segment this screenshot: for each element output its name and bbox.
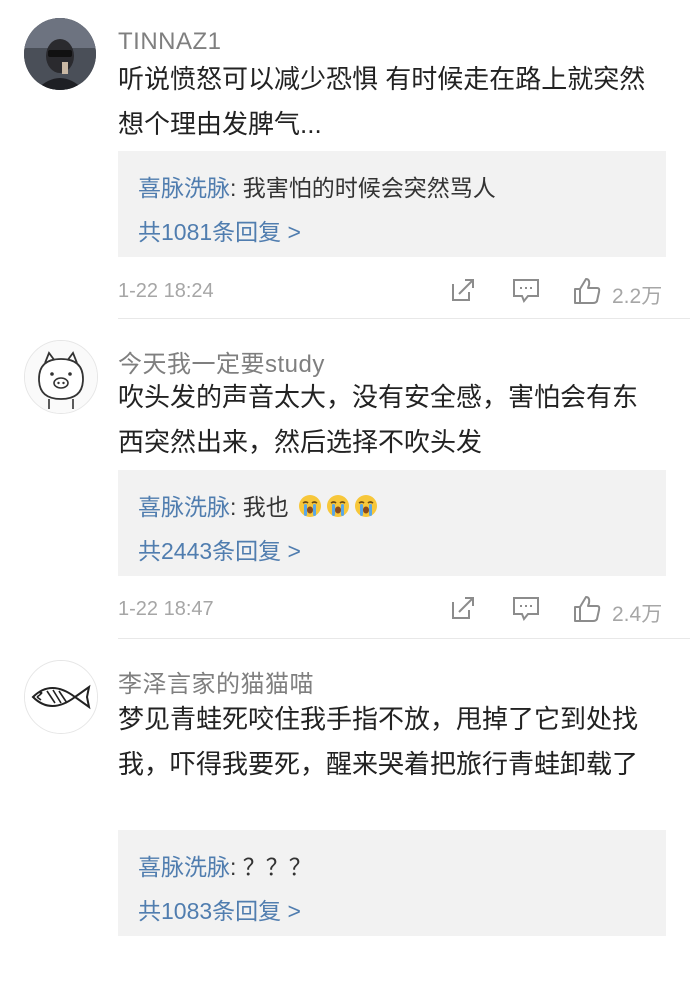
photo-avatar-icon [24, 18, 96, 90]
timestamp: 1-22 18:47 [118, 598, 214, 620]
reply-preview[interactable]: 喜脉洗脉: 我也 共2443条回复 > [118, 470, 666, 576]
comment-text: 吹头发的声音太大，没有安全感，害怕会有东西突然出来，然后选择不吹头发 [118, 382, 639, 457]
username[interactable]: TINNAZ1 [118, 28, 222, 56]
username[interactable]: 今天我一定要study [118, 344, 325, 379]
comment-meta: 1-22 18:24 2.2万 [118, 272, 666, 312]
pig-avatar-icon [25, 341, 97, 413]
comment-text: 听说愤怒可以减少恐惧 有时候走在路上就突然想个理由发脾气... [118, 64, 646, 139]
comment-item: 李泽言家的猫猫喵 梦见青蛙死咬住我手指不放，甩掉了它到处找我，吓得我要死，醒来哭… [0, 640, 690, 998]
like-count: 2.2万 [612, 285, 663, 308]
avatar[interactable] [24, 660, 98, 734]
reply-author[interactable]: 喜脉洗脉 [138, 854, 230, 880]
like-icon[interactable] [572, 594, 602, 629]
divider [118, 638, 690, 639]
reply-author[interactable]: 喜脉洗脉 [138, 175, 230, 201]
crying-emoji-icon [353, 493, 379, 525]
reply-line: 喜脉洗脉: 我也 [138, 488, 379, 525]
comment-icon[interactable] [511, 594, 541, 627]
reply-text: : 我也 [230, 494, 289, 520]
comment-text: 梦见青蛙死咬住我手指不放，甩掉了它到处找我，吓得我要死，醒来哭着把旅行青蛙卸载了 [118, 704, 639, 779]
share-icon[interactable] [449, 594, 477, 627]
timestamp: 1-22 18:24 [118, 280, 214, 302]
username[interactable]: 李泽言家的猫猫喵 [118, 664, 314, 699]
reply-line: 喜脉洗脉: 我害怕的时候会突然骂人 [138, 169, 496, 203]
like-icon[interactable] [572, 276, 602, 311]
reply-count-link[interactable]: 共1083条回复 > [138, 892, 301, 926]
avatar[interactable] [24, 340, 98, 414]
comment-item: 今天我一定要study 吹头发的声音太大，没有安全感，害怕会有东西突然出来，然后… [0, 320, 690, 640]
reply-preview[interactable]: 喜脉洗脉: ？？？ 共1083条回复 > [118, 830, 666, 936]
comment-meta: 1-22 18:47 2.4万 [118, 590, 666, 630]
reply-text: : ？？？ [230, 854, 312, 880]
crying-emoji-icon [297, 493, 323, 525]
reply-preview[interactable]: 喜脉洗脉: 我害怕的时候会突然骂人 共1081条回复 > [118, 151, 666, 257]
comment-icon[interactable] [511, 276, 541, 309]
fish-avatar-icon [25, 661, 97, 733]
reply-line: 喜脉洗脉: ？？？ [138, 848, 312, 882]
reply-author[interactable]: 喜脉洗脉 [138, 494, 230, 520]
share-icon[interactable] [449, 276, 477, 309]
comment-item: TINNAZ1 听说愤怒可以减少恐惧 有时候走在路上就突然想个理由发脾气... … [0, 0, 690, 320]
like-count: 2.4万 [612, 603, 663, 626]
crying-emoji-icon [325, 493, 351, 525]
reply-count-link[interactable]: 共2443条回复 > [138, 532, 301, 566]
reply-text: : 我害怕的时候会突然骂人 [230, 175, 496, 201]
reply-count-link[interactable]: 共1081条回复 > [138, 213, 301, 247]
avatar[interactable] [24, 18, 96, 90]
divider [118, 318, 690, 319]
